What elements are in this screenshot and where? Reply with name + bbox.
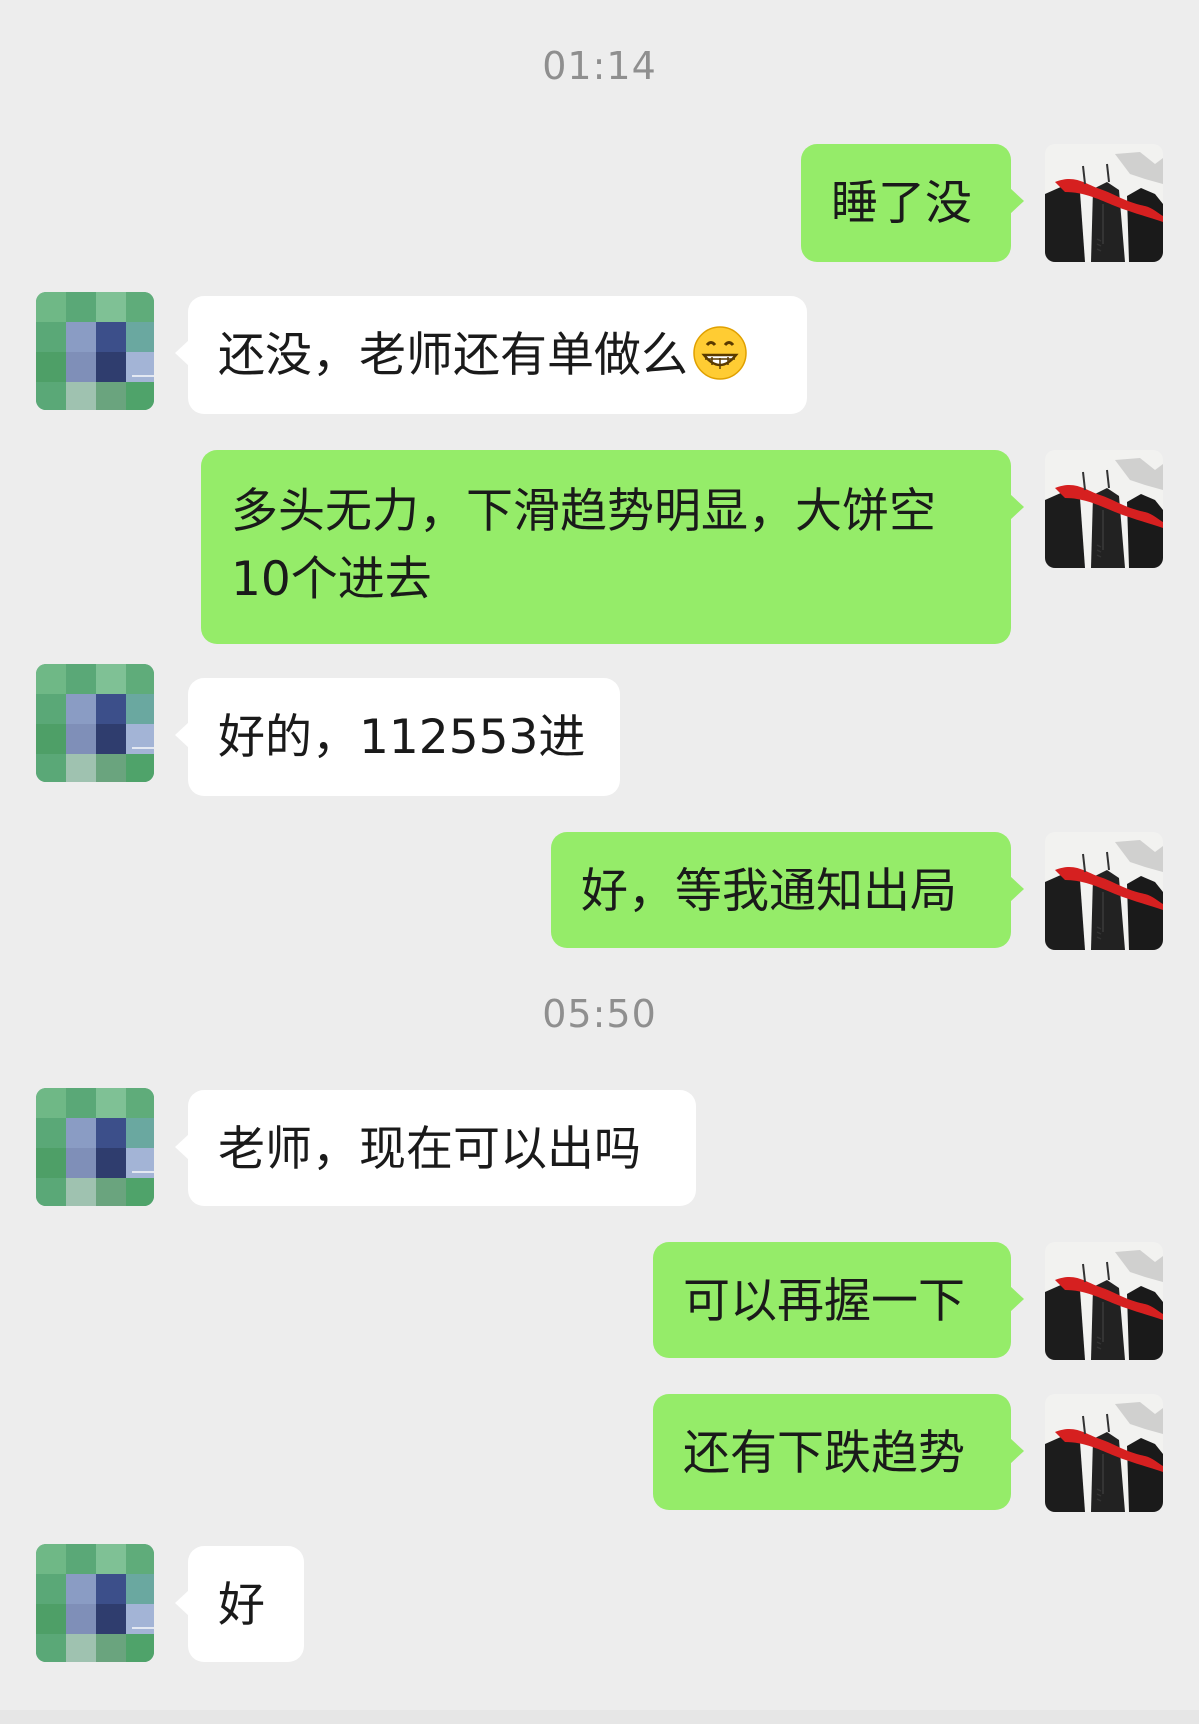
message-text: 好的，112553进 <box>218 710 586 765</box>
pixelated-sneaker-avatar[interactable] <box>36 1544 154 1662</box>
chat-area[interactable]: 01:14 睡了没 还没，老师还有单做么 多头无力，下滑趋势明显，大饼空 10个… <box>0 0 1199 1724</box>
message-bubble-received[interactable]: 老师，现在可以出吗 <box>175 1090 696 1206</box>
message-text: 可以再握一下 <box>683 1274 965 1329</box>
timestamp: 01:14 <box>542 44 657 88</box>
timestamp: 05:50 <box>542 992 657 1036</box>
message-text: 还没，老师还有单做么 <box>218 328 688 383</box>
ink-painting-avatar[interactable] <box>1045 832 1163 950</box>
message-text: 好 <box>218 1578 265 1633</box>
ink-painting-avatar[interactable] <box>1045 1394 1163 1512</box>
pixelated-sneaker-avatar[interactable] <box>36 292 154 410</box>
ink-painting-avatar[interactable] <box>1045 450 1163 568</box>
message-text: 好，等我通知出局 <box>581 864 957 919</box>
bottom-edge <box>0 1710 1199 1724</box>
message-bubble-sent[interactable]: 多头无力，下滑趋势明显，大饼空 10个进去 <box>201 450 1024 644</box>
message-text: 睡了没 <box>831 176 972 231</box>
pixelated-sneaker-avatar[interactable] <box>36 1088 154 1206</box>
ink-painting-avatar[interactable] <box>1045 144 1163 262</box>
message-bubble-received[interactable]: 好的，112553进 <box>175 678 620 796</box>
message-bubble-received[interactable]: 还没，老师还有单做么 <box>175 296 807 414</box>
message-text-line: 多头无力，下滑趋势明显，大饼空 <box>231 484 936 539</box>
message-text: 老师，现在可以出吗 <box>218 1122 641 1177</box>
grinning-emoji-icon <box>692 325 748 381</box>
message-bubble-received[interactable]: 好 <box>175 1546 304 1662</box>
message-bubble-sent[interactable]: 可以再握一下 <box>653 1242 1024 1358</box>
message-text-line: 10个进去 <box>231 552 432 607</box>
message-bubble-sent[interactable]: 睡了没 <box>801 144 1024 262</box>
message-bubble-sent[interactable]: 还有下跌趋势 <box>653 1394 1024 1510</box>
pixelated-sneaker-avatar[interactable] <box>36 664 154 782</box>
ink-painting-avatar[interactable] <box>1045 1242 1163 1360</box>
message-text: 还有下跌趋势 <box>683 1426 965 1481</box>
message-bubble-sent[interactable]: 好，等我通知出局 <box>551 832 1024 948</box>
